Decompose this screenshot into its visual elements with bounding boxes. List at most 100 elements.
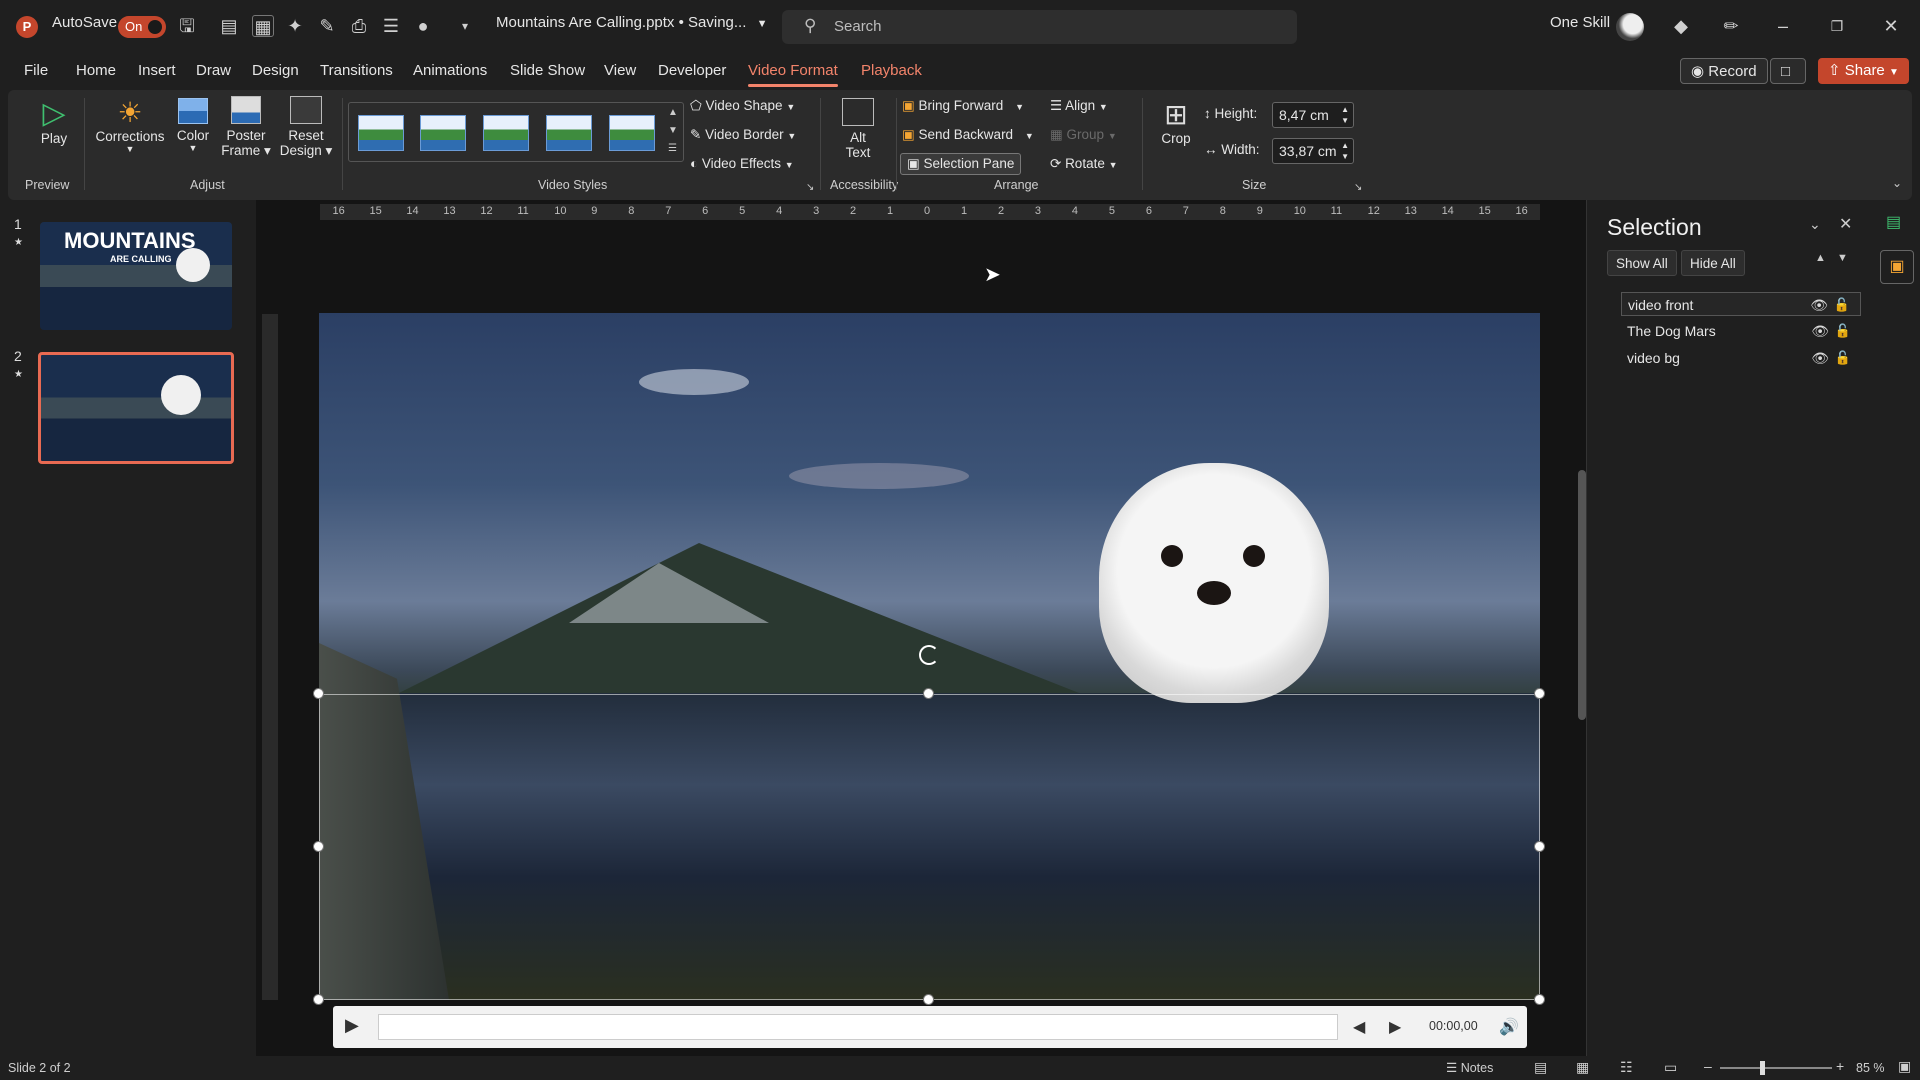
save-icon[interactable]: 🖫 (176, 15, 198, 37)
selection-item[interactable]: The Dog Mars 👁 🔓 (1621, 319, 1861, 343)
volume-icon[interactable]: 🔊 (1499, 1017, 1519, 1037)
normal-view-icon[interactable]: ▤ (1534, 1059, 1547, 1076)
zoom-in-icon[interactable]: + (1836, 1058, 1844, 1074)
eye-icon[interactable]: 👁 (1810, 293, 1828, 317)
tab-slide-show[interactable]: Slide Show (510, 62, 585, 79)
resize-handle[interactable] (1534, 841, 1545, 852)
resize-handle[interactable] (1534, 994, 1545, 1005)
eye-icon[interactable]: 👁 (1811, 319, 1829, 343)
selection-frame[interactable] (319, 694, 1540, 1000)
crop-button[interactable]: ⊞ Crop (1154, 98, 1198, 146)
eye-icon[interactable]: 👁 (1811, 346, 1829, 370)
document-title[interactable]: Mountains Are Calling.pptx • Saving... ▼ (496, 14, 767, 31)
shapes-dropdown-icon[interactable]: ● (412, 15, 434, 37)
dialog-launcher-icon[interactable]: ↘ (806, 182, 814, 193)
minimize-icon[interactable]: – (1772, 15, 1794, 37)
tab-video-format[interactable]: Video Format (748, 62, 838, 87)
align-icon[interactable]: ☰ (380, 15, 402, 37)
resize-handle[interactable] (1534, 688, 1545, 699)
slide-thumbnail-2[interactable] (38, 352, 234, 464)
customize-toolbar-icon[interactable]: ▾ (454, 15, 476, 37)
designer-icon[interactable]: ▤ (1886, 212, 1901, 232)
video-effects-button[interactable]: ◐ Video Effects ▼ (690, 156, 794, 171)
layout-view-icon[interactable]: ▦ (252, 15, 274, 37)
tab-insert[interactable]: Insert (138, 62, 176, 79)
autosave-toggle[interactable]: On (118, 16, 166, 38)
tab-view[interactable]: View (604, 62, 636, 79)
share-button[interactable]: ⇧ Share ▼ (1818, 58, 1909, 84)
avatar[interactable] (1616, 13, 1644, 41)
tab-animations[interactable]: Animations (413, 62, 487, 79)
restore-icon[interactable]: ❐ (1826, 15, 1848, 37)
notes-button[interactable]: ☰ Notes (1446, 1060, 1493, 1075)
diamond-icon[interactable]: ◆ (1670, 15, 1692, 37)
video-style-2[interactable] (420, 115, 466, 151)
video-border-button[interactable]: ✎ Video Border ▼ (690, 127, 796, 143)
video-style-1[interactable] (358, 115, 404, 151)
video-shape-button[interactable]: ⬠ Video Shape ▼ (690, 98, 795, 114)
user-name[interactable]: One Skill (1550, 14, 1610, 31)
corrections-button[interactable]: ☀ Corrections ▼ (88, 96, 172, 154)
resize-handle[interactable] (313, 841, 324, 852)
video-style-5[interactable] (609, 115, 655, 151)
search-box[interactable]: ⚲ Search (782, 10, 1297, 44)
resize-handle[interactable] (923, 994, 934, 1005)
resize-handle[interactable] (923, 688, 934, 699)
step-forward-icon[interactable]: ▶ (1389, 1017, 1401, 1037)
tab-draw[interactable]: Draw (196, 62, 231, 79)
close-icon[interactable]: ✕ (1839, 214, 1852, 234)
hide-all-button[interactable]: Hide All (1681, 250, 1745, 276)
size-dialog-launcher-icon[interactable]: ↘ (1354, 182, 1362, 193)
gallery-scroll-controls[interactable]: ▲ ▼ ☰ (668, 104, 678, 158)
height-field[interactable]: 8,47 cm ▲ ▼ (1272, 102, 1354, 128)
unlock-icon[interactable]: 🔓 (1835, 346, 1851, 370)
tab-design[interactable]: Design (252, 62, 299, 79)
reading-view-icon[interactable]: ☷ (1620, 1059, 1633, 1076)
selection-pane-icon[interactable]: ▣ (1880, 250, 1914, 284)
zoom-slider[interactable] (1720, 1061, 1832, 1075)
dog-video[interactable] (1099, 463, 1329, 703)
width-stepper[interactable]: ▲ ▼ (1341, 140, 1349, 162)
show-all-button[interactable]: Show All (1607, 250, 1677, 276)
tab-developer[interactable]: Developer (658, 62, 726, 79)
selection-pane-button[interactable]: ▣ Selection Pane (900, 153, 1022, 175)
tab-playback[interactable]: Playback (861, 62, 922, 79)
resize-handle[interactable] (313, 688, 324, 699)
selection-item[interactable]: video bg 👁 🔓 (1621, 346, 1861, 370)
send-backward-button[interactable]: ▣ Send Backward ▼ (902, 127, 1034, 143)
bring-forward-arrow-icon[interactable]: ▲ (1815, 252, 1826, 264)
video-timeline[interactable] (378, 1014, 1338, 1040)
color-button[interactable]: Color ▼ (170, 96, 216, 153)
shape-icon[interactable]: ✦ (284, 15, 306, 37)
resize-handle[interactable] (313, 994, 324, 1005)
alt-text-button[interactable]: Alt Text (832, 98, 884, 160)
width-field[interactable]: 33,87 cm ▲ ▼ (1272, 138, 1354, 164)
rotate-button[interactable]: ⟳ Rotate ▼ (1050, 156, 1118, 172)
tab-home[interactable]: Home (76, 62, 116, 79)
play-icon[interactable]: ▶ (345, 1015, 359, 1036)
vertical-scrollbar[interactable] (1578, 470, 1586, 720)
align-button[interactable]: ☰ Align ▼ (1050, 98, 1108, 114)
poster-frame-button[interactable]: Poster Frame ▾ (216, 96, 276, 159)
step-back-icon[interactable]: ◀ (1353, 1017, 1365, 1037)
video-style-4[interactable] (546, 115, 592, 151)
zoom-level[interactable]: 85 % (1856, 1061, 1885, 1075)
group-button[interactable]: ▦ Group ▼ (1050, 127, 1117, 143)
tab-file[interactable]: File (24, 62, 48, 79)
fit-to-window-icon[interactable]: ▣ (1898, 1058, 1911, 1075)
pen-icon[interactable]: ✎ (316, 15, 338, 37)
unlock-icon[interactable]: 🔓 (1834, 293, 1850, 317)
bring-forward-button[interactable]: ▣ Bring Forward ▼ (902, 98, 1024, 114)
reset-design-button[interactable]: Reset Design ▾ (276, 96, 336, 159)
collapse-ribbon-icon[interactable]: ⌄ (1892, 176, 1902, 190)
normal-view-icon[interactable]: ▤ (218, 15, 240, 37)
record-button[interactable]: ◉ Record (1680, 58, 1768, 84)
slide-thumbnail-1[interactable]: MOUNTAINS ARE CALLING (40, 222, 232, 330)
unlock-icon[interactable]: 🔓 (1835, 319, 1851, 343)
play-button[interactable]: ▷ Play (28, 96, 80, 146)
zoom-slider-thumb[interactable] (1760, 1061, 1765, 1075)
tab-transitions[interactable]: Transitions (320, 62, 393, 79)
slideshow-icon[interactable]: ▭ (1664, 1059, 1677, 1076)
height-stepper[interactable]: ▲ ▼ (1341, 104, 1349, 126)
zoom-out-icon[interactable]: – (1704, 1058, 1712, 1074)
